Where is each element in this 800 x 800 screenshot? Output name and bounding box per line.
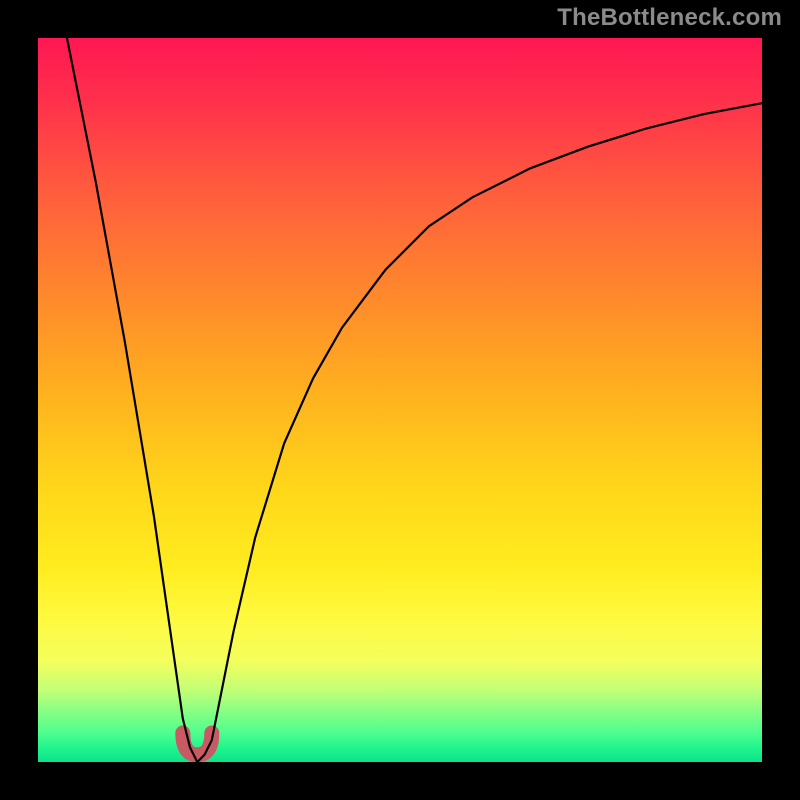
bottleneck-curve xyxy=(67,38,762,762)
plot-area xyxy=(38,38,762,762)
watermark-label: TheBottleneck.com xyxy=(557,4,782,32)
curve-layer xyxy=(38,38,762,762)
chart-frame: TheBottleneck.com xyxy=(0,0,800,800)
